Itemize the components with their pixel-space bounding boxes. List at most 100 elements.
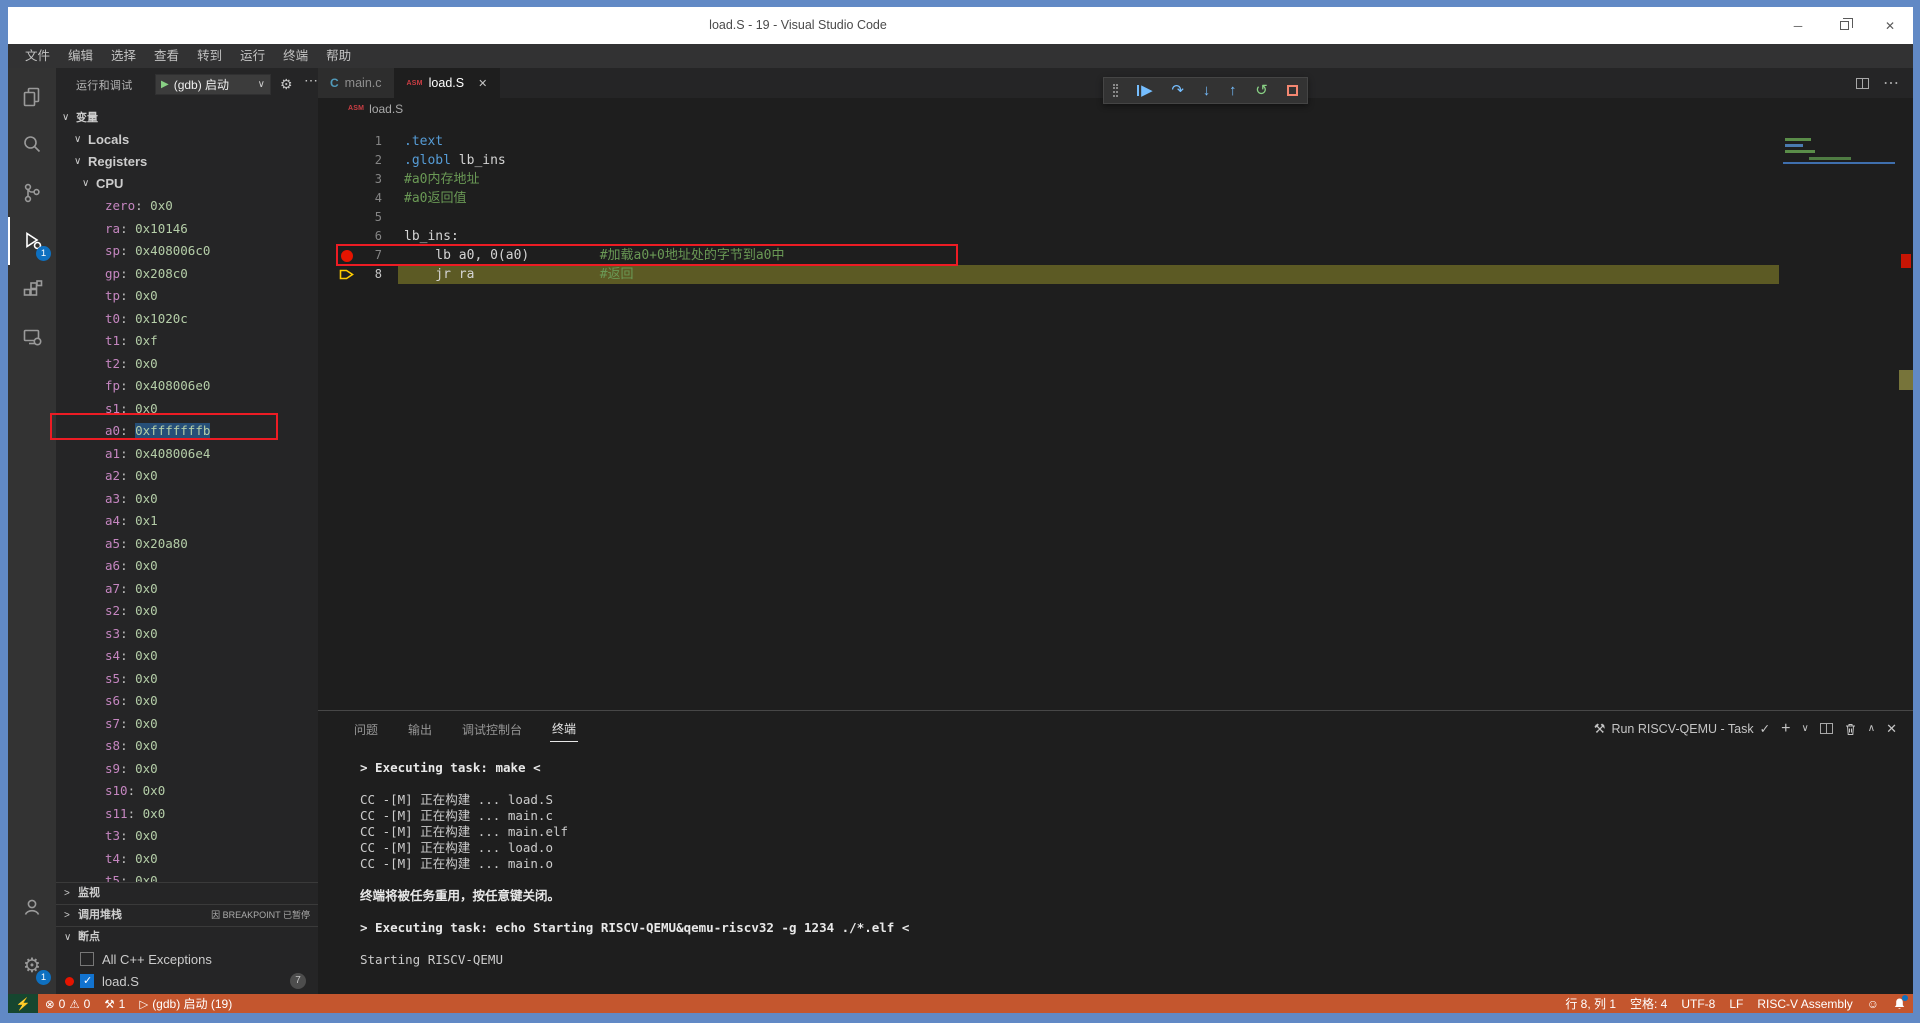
close-button[interactable]: ✕ bbox=[1867, 7, 1913, 44]
debug-more-actions-icon[interactable]: ⋯ bbox=[304, 72, 318, 89]
menu-item[interactable]: 文件 bbox=[16, 49, 59, 63]
tree-item-locals[interactable]: ∨ Locals bbox=[56, 129, 318, 151]
register-row-s3[interactable]: s3: 0x0 bbox=[56, 623, 318, 646]
register-row-t5[interactable]: t5: 0x0 bbox=[56, 870, 318, 882]
register-row-a5[interactable]: a5: 0x20a80 bbox=[56, 533, 318, 556]
sidebar-item-extensions[interactable] bbox=[8, 265, 56, 313]
code-line-8[interactable]: 8 jr ra #返回 bbox=[318, 265, 1913, 284]
menu-item[interactable]: 终端 bbox=[274, 49, 317, 63]
register-row-s10[interactable]: s10: 0x0 bbox=[56, 780, 318, 803]
register-row-t0[interactable]: t0: 0x1020c bbox=[56, 308, 318, 331]
kill-terminal-icon[interactable] bbox=[1844, 722, 1857, 736]
debug-session-status[interactable]: ▷(gdb) 启动 (19) bbox=[132, 995, 239, 1012]
eol-status[interactable]: LF bbox=[1722, 997, 1750, 1011]
debug-settings-gear-icon[interactable]: ⚙ bbox=[280, 76, 293, 93]
code-editor[interactable]: 1.text2.globl lb_ins3#a0内存地址4#a0返回值56lb_… bbox=[318, 119, 1913, 710]
register-row-a6[interactable]: a6: 0x0 bbox=[56, 555, 318, 578]
running-task-chip[interactable]: ⚒ Run RISCV-QEMU - Task ✓ bbox=[1594, 721, 1770, 737]
panel-tab-问题[interactable]: 问题 bbox=[352, 716, 380, 742]
running-tasks-status[interactable]: ⚒1 bbox=[97, 997, 132, 1011]
section-call-stack[interactable]: > 调用堆栈 因 BREAKPOINT 已暂停 bbox=[56, 904, 318, 926]
language-mode-status[interactable]: RISC-V Assembly bbox=[1750, 997, 1859, 1011]
tree-item-registers[interactable]: ∨ Registers bbox=[56, 151, 318, 173]
sidebar-item-remote-explorer[interactable] bbox=[8, 313, 56, 361]
register-row-s5[interactable]: s5: 0x0 bbox=[56, 668, 318, 691]
cursor-position-status[interactable]: 行 8, 列 1 bbox=[1558, 995, 1623, 1012]
panel-tab-调试控制台[interactable]: 调试控制台 bbox=[460, 716, 524, 742]
gutter-slot[interactable] bbox=[338, 265, 356, 284]
notifications-button[interactable] bbox=[1886, 997, 1913, 1010]
indentation-status[interactable]: 空格: 4 bbox=[1623, 995, 1674, 1012]
step-over-button[interactable]: ↷ bbox=[1171, 83, 1184, 98]
remote-indicator[interactable]: ⚡ bbox=[8, 994, 38, 1013]
close-tab-icon[interactable]: ✕ bbox=[478, 77, 487, 90]
register-row-a4[interactable]: a4: 0x1 bbox=[56, 510, 318, 533]
section-breakpoints[interactable]: ∨ 断点 bbox=[56, 926, 318, 948]
minimize-button[interactable]: ─ bbox=[1775, 7, 1821, 44]
register-row-s6[interactable]: s6: 0x0 bbox=[56, 690, 318, 713]
terminal-dropdown-icon[interactable]: ∨ bbox=[1801, 723, 1808, 734]
start-debug-icon[interactable]: ▶ bbox=[161, 79, 169, 90]
checkbox-unchecked[interactable] bbox=[80, 952, 94, 966]
menu-item[interactable]: 选择 bbox=[102, 49, 145, 63]
menu-item[interactable]: 帮助 bbox=[317, 49, 360, 63]
editor-more-actions-icon[interactable]: ⋯ bbox=[1883, 73, 1899, 93]
register-row-a1[interactable]: a1: 0x408006e4 bbox=[56, 443, 318, 466]
sidebar-item-source-control[interactable] bbox=[8, 169, 56, 217]
step-into-button[interactable]: ↓ bbox=[1203, 83, 1211, 98]
overview-ruler[interactable] bbox=[1899, 119, 1913, 710]
menu-item[interactable]: 查看 bbox=[145, 49, 188, 63]
restore-button[interactable] bbox=[1821, 7, 1867, 44]
code-line-2[interactable]: 2.globl lb_ins bbox=[318, 151, 1913, 170]
checkbox-checked[interactable] bbox=[80, 974, 94, 988]
tree-item-cpu[interactable]: ∨ CPU bbox=[56, 173, 318, 195]
panel-tab-输出[interactable]: 输出 bbox=[406, 716, 434, 742]
section-watch[interactable]: > 监视 bbox=[56, 882, 318, 904]
register-row-s9[interactable]: s9: 0x0 bbox=[56, 758, 318, 781]
sidebar-item-explorer[interactable] bbox=[8, 73, 56, 121]
register-row-s8[interactable]: s8: 0x0 bbox=[56, 735, 318, 758]
register-row-s7[interactable]: s7: 0x0 bbox=[56, 713, 318, 736]
maximize-panel-icon[interactable]: ∧ bbox=[1868, 723, 1875, 734]
step-out-button[interactable]: ↑ bbox=[1229, 83, 1237, 98]
register-row-t4[interactable]: t4: 0x0 bbox=[56, 848, 318, 871]
close-panel-icon[interactable]: ✕ bbox=[1886, 721, 1897, 737]
toolbar-drag-grip[interactable] bbox=[1113, 84, 1118, 97]
register-row-t1[interactable]: t1: 0xf bbox=[56, 330, 318, 353]
menu-item[interactable]: 运行 bbox=[231, 49, 274, 63]
breakpoint-row-exceptions[interactable]: All C++ Exceptions bbox=[56, 948, 318, 970]
menu-item[interactable]: 转到 bbox=[188, 49, 231, 63]
settings-button[interactable]: ⚙ 1 bbox=[8, 941, 56, 989]
register-row-a3[interactable]: a3: 0x0 bbox=[56, 488, 318, 511]
problems-status[interactable]: ⊗0 ⚠0 bbox=[38, 997, 97, 1011]
panel-tab-终端[interactable]: 终端 bbox=[550, 715, 578, 742]
breakpoint-row-loads[interactable]: load.S 7 bbox=[56, 970, 318, 992]
gutter-slot[interactable] bbox=[338, 151, 356, 170]
stop-button[interactable] bbox=[1287, 85, 1298, 96]
code-line-3[interactable]: 3#a0内存地址 bbox=[318, 170, 1913, 189]
register-row-a2[interactable]: a2: 0x0 bbox=[56, 465, 318, 488]
register-row-a7[interactable]: a7: 0x0 bbox=[56, 578, 318, 601]
split-terminal-icon[interactable] bbox=[1820, 723, 1833, 734]
code-line-5[interactable]: 5 bbox=[318, 208, 1913, 227]
split-editor-icon[interactable] bbox=[1856, 78, 1869, 89]
register-row-tp[interactable]: tp: 0x0 bbox=[56, 285, 318, 308]
register-row-ra[interactable]: ra: 0x10146 bbox=[56, 218, 318, 241]
register-row-fp[interactable]: fp: 0x408006e0 bbox=[56, 375, 318, 398]
account-button[interactable] bbox=[8, 883, 56, 931]
register-row-s4[interactable]: s4: 0x0 bbox=[56, 645, 318, 668]
register-row-sp[interactable]: sp: 0x408006c0 bbox=[56, 240, 318, 263]
restart-button[interactable]: ↺ bbox=[1255, 83, 1268, 98]
continue-button[interactable]: ▶ bbox=[1137, 83, 1153, 98]
feedback-button[interactable]: ☺ bbox=[1860, 997, 1886, 1011]
encoding-status[interactable]: UTF-8 bbox=[1674, 997, 1722, 1011]
register-row-t3[interactable]: t3: 0x0 bbox=[56, 825, 318, 848]
register-row-gp[interactable]: gp: 0x208c0 bbox=[56, 263, 318, 286]
gutter-slot[interactable] bbox=[338, 170, 356, 189]
gutter-slot[interactable] bbox=[338, 132, 356, 151]
sidebar-item-run-and-debug[interactable]: 1 bbox=[8, 217, 56, 265]
gutter-slot[interactable] bbox=[338, 189, 356, 208]
sidebar-item-search[interactable] bbox=[8, 121, 56, 169]
tab-load-s[interactable]: ASM load.S ✕ bbox=[395, 68, 501, 98]
code-line-4[interactable]: 4#a0返回值 bbox=[318, 189, 1913, 208]
